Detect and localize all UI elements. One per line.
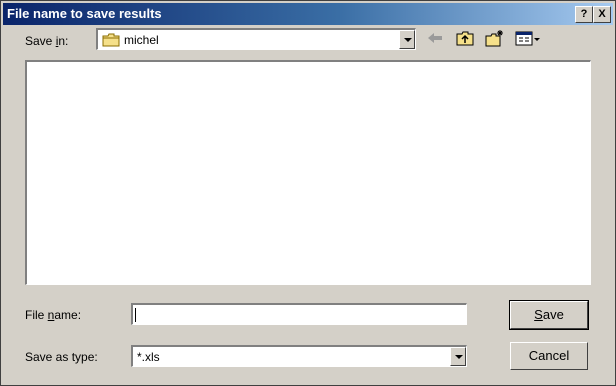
save-in-label: Save in: xyxy=(25,34,68,48)
dialog-title: File name to save results xyxy=(7,6,162,21)
view-menu-icon[interactable] xyxy=(515,28,540,48)
folder-icon xyxy=(102,33,120,50)
file-name-label-post: ame: xyxy=(54,308,82,322)
save-in-value: michel xyxy=(124,33,159,47)
save-as-type-combo[interactable]: *.xls xyxy=(131,345,467,367)
save-as-type-label: Save as type: xyxy=(25,350,98,364)
save-button-label: ave xyxy=(542,307,564,322)
text-caret xyxy=(135,308,136,322)
close-button[interactable]: X xyxy=(593,6,611,23)
save-in-label-post: n: xyxy=(58,34,69,48)
save-as-type-value: *.xls xyxy=(137,350,160,364)
file-list[interactable] xyxy=(25,60,591,285)
file-name-label: File name: xyxy=(25,308,81,322)
save-dialog: File name to save results ? X Save in: m… xyxy=(0,0,616,386)
new-folder-icon[interactable] xyxy=(485,28,505,48)
up-folder-icon[interactable] xyxy=(455,28,475,48)
save-in-combo[interactable]: michel xyxy=(96,28,416,50)
save-in-label-pre: Save xyxy=(25,34,56,48)
title-bar[interactable]: File name to save results ? X xyxy=(3,3,613,25)
cancel-button[interactable]: Cancel xyxy=(510,342,588,370)
help-button[interactable]: ? xyxy=(575,6,593,23)
save-button-access: S xyxy=(534,307,543,322)
save-button[interactable]: Save xyxy=(509,300,589,330)
file-name-label-pre: File xyxy=(25,308,48,322)
file-name-input[interactable] xyxy=(131,303,467,325)
back-arrow-icon[interactable] xyxy=(425,28,445,48)
save-in-dropdown-button[interactable] xyxy=(399,30,415,49)
save-as-type-dropdown-button[interactable] xyxy=(450,347,466,366)
